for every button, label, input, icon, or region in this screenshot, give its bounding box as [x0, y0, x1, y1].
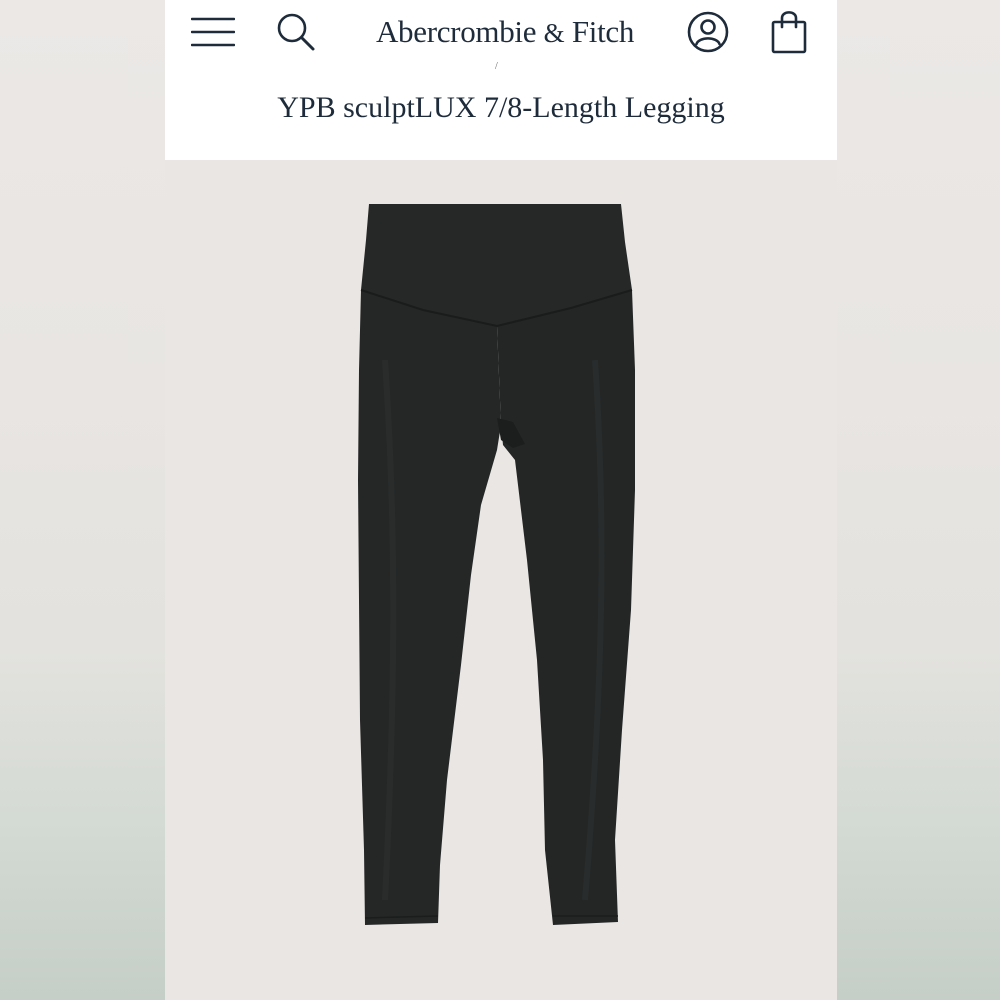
blurred-background-right — [837, 0, 1000, 1000]
leggings-right-leg — [497, 290, 635, 925]
shopping-bag-button[interactable] — [765, 8, 813, 56]
brand-name: Abercrombie — [375, 14, 537, 49]
brand-suffix: Fitch — [571, 14, 635, 49]
brand-logo[interactable]: Abercrombie & Fitch — [355, 10, 655, 54]
account-icon — [687, 11, 729, 53]
search-button[interactable] — [272, 8, 320, 56]
search-icon — [277, 13, 315, 51]
brand-ampersand: & — [543, 18, 565, 48]
screenshot-stage: Abercrombie & Fitch / YPB sculptLUX 7/8-… — [0, 0, 1000, 1000]
product-image[interactable] — [165, 160, 837, 1000]
breadcrumb: / — [495, 61, 498, 72]
blurred-background-left — [0, 0, 165, 1000]
site-header: Abercrombie & Fitch / YPB sculptLUX 7/8-… — [165, 0, 837, 160]
top-navigation: Abercrombie & Fitch — [165, 0, 837, 64]
hamburger-menu-icon — [191, 17, 235, 47]
menu-button[interactable] — [189, 8, 237, 56]
leggings-image — [358, 204, 635, 925]
shopping-bag-icon — [771, 11, 807, 54]
account-button[interactable] — [684, 8, 732, 56]
leggings-left-leg — [358, 290, 501, 925]
mobile-product-page: Abercrombie & Fitch / YPB sculptLUX 7/8-… — [165, 0, 837, 1000]
product-title: YPB sculptLUX 7/8-Length Legging — [277, 91, 725, 124]
